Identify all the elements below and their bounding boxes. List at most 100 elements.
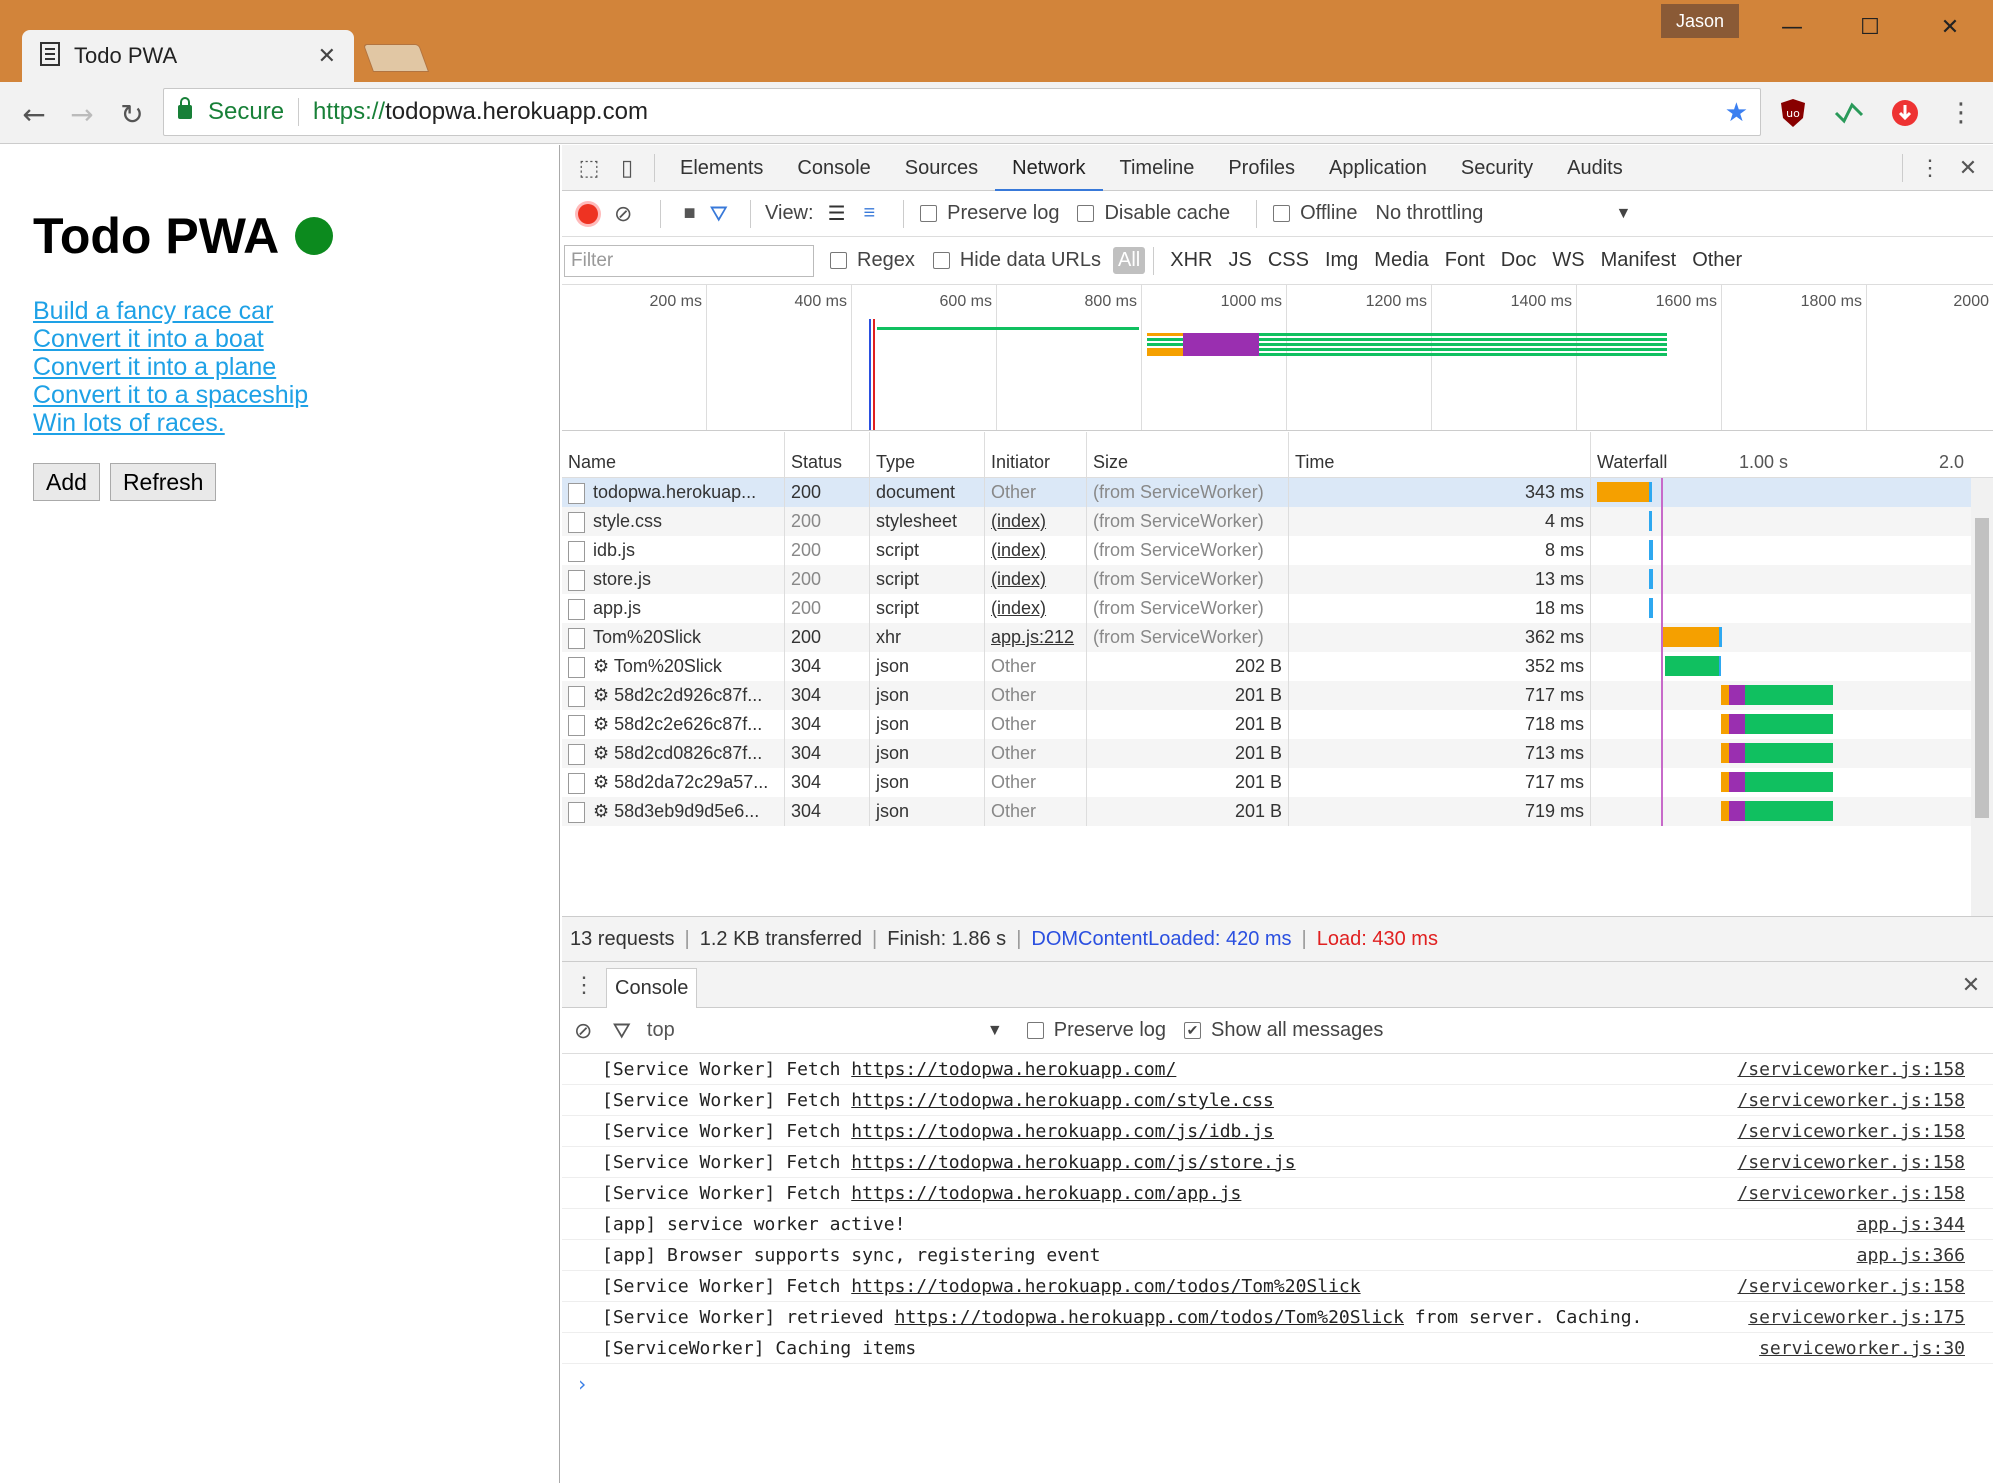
table-row[interactable]: ⚙ 58d2cd0826c87f... 304 json Other 201 B 713 …: [562, 739, 1993, 768]
todo-link[interactable]: Convert it to a spaceship: [33, 381, 308, 409]
todo-link[interactable]: Convert it into a plane: [33, 353, 308, 381]
checkbox-box[interactable]: [1077, 205, 1095, 222]
message-source-link[interactable]: /serviceworker.js:158: [1717, 1278, 1965, 1296]
message-source-link[interactable]: /serviceworker.js:158: [1717, 1185, 1965, 1203]
new-tab-button[interactable]: [362, 44, 430, 72]
message-source-link[interactable]: app.js:344: [1837, 1216, 1965, 1234]
address-bar[interactable]: Secure https:// todopwa.herokuapp.com ★: [163, 88, 1761, 136]
maximize-icon[interactable]: ☐: [1840, 10, 1900, 44]
scrollbar-thumb[interactable]: [1975, 518, 1989, 818]
ublock-icon[interactable]: uo: [1776, 96, 1810, 130]
message-source-link[interactable]: serviceworker.js:30: [1739, 1340, 1965, 1358]
filter-type-media[interactable]: Media: [1366, 249, 1436, 272]
tab-security[interactable]: Security: [1444, 145, 1550, 191]
table-row[interactable]: app.js 200 script (index) (from ServiceWorke…: [562, 594, 1993, 623]
filter-type-font[interactable]: Font: [1437, 249, 1493, 272]
show-all-messages-checkbox[interactable]: ✔ Show all messages: [1184, 1019, 1383, 1042]
tab-console[interactable]: Console: [780, 145, 887, 191]
todo-link[interactable]: Build a fancy race car: [33, 297, 308, 325]
hide-data-urls-checkbox[interactable]: Hide data URLs: [932, 249, 1101, 272]
table-row[interactable]: ⚙ 58d2da72c29a57... 304 json Other 201 B 717 …: [562, 768, 1993, 797]
cell-name[interactable]: app.js: [562, 594, 785, 623]
extension-red-icon[interactable]: [1888, 96, 1922, 130]
todo-link[interactable]: Convert it into a boat: [33, 325, 308, 353]
message-url-link[interactable]: https://todopwa.herokuapp.com/todos/Tom%…: [895, 1307, 1404, 1328]
console-prompt[interactable]: ›: [562, 1364, 1993, 1404]
message-url-link[interactable]: https://todopwa.herokuapp.com/js/store.j…: [851, 1152, 1295, 1173]
refresh-button[interactable]: Refresh: [109, 463, 217, 501]
preserve-log-checkbox[interactable]: Preserve log: [920, 202, 1059, 225]
close-window-icon[interactable]: ✕: [1920, 10, 1980, 44]
extension-pulse-icon[interactable]: [1832, 96, 1866, 130]
close-tab-icon[interactable]: ✕: [318, 44, 336, 69]
filter-type-doc[interactable]: Doc: [1493, 249, 1545, 272]
chevron-down-icon[interactable]: ▼: [1616, 205, 1632, 223]
message-source-link[interactable]: /serviceworker.js:158: [1717, 1061, 1965, 1079]
column-status[interactable]: Status: [785, 432, 870, 478]
tab-sources[interactable]: Sources: [888, 145, 995, 191]
filter-type-all[interactable]: All: [1113, 247, 1146, 274]
filter-type-xhr[interactable]: XHR: [1162, 249, 1220, 272]
cell-initiator[interactable]: (index): [985, 536, 1087, 565]
context-select[interactable]: top: [647, 1019, 987, 1042]
message-url-link[interactable]: https://todopwa.herokuapp.com/style.css: [851, 1090, 1274, 1111]
add-button[interactable]: Add: [33, 463, 100, 501]
message-url-link[interactable]: https://todopwa.herokuapp.com/todos/Tom%…: [851, 1276, 1360, 1297]
cell-name[interactable]: idb.js: [562, 536, 785, 565]
cell-initiator[interactable]: (index): [985, 594, 1087, 623]
tab-profiles[interactable]: Profiles: [1211, 145, 1312, 191]
message-source-link[interactable]: /serviceworker.js:158: [1717, 1154, 1965, 1172]
table-row[interactable]: idb.js 200 script (index) (from ServiceWorke…: [562, 536, 1993, 565]
table-row[interactable]: Tom%20Slick 200 xhr app.js:212 (from Service…: [562, 623, 1993, 652]
checkbox-box[interactable]: [920, 205, 938, 222]
large-rows-icon[interactable]: ☰: [828, 201, 846, 226]
cell-initiator[interactable]: (index): [985, 507, 1087, 536]
reload-icon[interactable]: ↻: [112, 94, 152, 134]
table-row[interactable]: ⚙ Tom%20Slick 304 json Other 202 B 352 ms: [562, 652, 1993, 681]
devtools-menu-icon[interactable]: ⋮: [1911, 149, 1949, 187]
table-scrollbar[interactable]: [1971, 478, 1993, 916]
filter-type-img[interactable]: Img: [1317, 249, 1366, 272]
cell-initiator[interactable]: Other: [985, 739, 1087, 768]
message-source-link[interactable]: serviceworker.js:175: [1728, 1309, 1965, 1327]
table-row[interactable]: todopwa.herokuap... 200 document Other (from…: [562, 478, 1993, 507]
tab-elements[interactable]: Elements: [663, 145, 780, 191]
drawer-menu-icon[interactable]: ⋮: [562, 972, 606, 998]
filter-type-other[interactable]: Other: [1684, 249, 1750, 272]
cell-name[interactable]: store.js: [562, 565, 785, 594]
cell-initiator[interactable]: Other: [985, 652, 1087, 681]
minimize-icon[interactable]: —: [1762, 10, 1822, 44]
cell-name[interactable]: ⚙ 58d2c2d926c87f...: [562, 681, 785, 710]
cell-name[interactable]: ⚙ 58d3eb9d9d5e6...: [562, 797, 785, 826]
tab-audits[interactable]: Audits: [1550, 145, 1640, 191]
message-url-link[interactable]: https://todopwa.herokuapp.com/app.js: [851, 1183, 1241, 1204]
chevron-down-icon[interactable]: ▼: [987, 1022, 1003, 1040]
column-size[interactable]: Size: [1087, 432, 1289, 478]
filter-type-js[interactable]: JS: [1220, 249, 1259, 272]
back-arrow-icon[interactable]: ←: [14, 94, 54, 134]
cell-initiator[interactable]: (index): [985, 565, 1087, 594]
filter-icon[interactable]: ⛛: [710, 201, 728, 227]
column-name[interactable]: Name: [562, 432, 785, 478]
clear-icon[interactable]: ⊘: [614, 201, 632, 227]
checkbox-box[interactable]: [1026, 1022, 1044, 1039]
forward-arrow-icon[interactable]: →: [62, 94, 102, 134]
filter-input[interactable]: Filter: [564, 244, 814, 277]
checkbox-box[interactable]: [1273, 205, 1291, 222]
cell-initiator[interactable]: Other: [985, 710, 1087, 739]
record-icon[interactable]: [578, 203, 598, 224]
cell-initiator[interactable]: Other: [985, 768, 1087, 797]
tab-application[interactable]: Application: [1312, 145, 1444, 191]
filter-type-css[interactable]: CSS: [1260, 249, 1317, 272]
column-time[interactable]: Time: [1289, 432, 1591, 478]
message-url-link[interactable]: https://todopwa.herokuapp.com/js/idb.js: [851, 1121, 1274, 1142]
cell-name[interactable]: todopwa.herokuap...: [562, 478, 785, 507]
cell-name[interactable]: ⚙ 58d2c2e626c87f...: [562, 710, 785, 739]
message-url-link[interactable]: https://todopwa.herokuapp.com/: [851, 1059, 1176, 1080]
filter-type-manifest[interactable]: Manifest: [1593, 249, 1685, 272]
throttling-select[interactable]: No throttling: [1376, 202, 1616, 225]
cell-name[interactable]: ⚙ 58d2da72c29a57...: [562, 768, 785, 797]
clear-console-icon[interactable]: ⊘: [574, 1018, 592, 1044]
checkbox-box[interactable]: [830, 252, 847, 269]
cell-name[interactable]: Tom%20Slick: [562, 623, 785, 652]
